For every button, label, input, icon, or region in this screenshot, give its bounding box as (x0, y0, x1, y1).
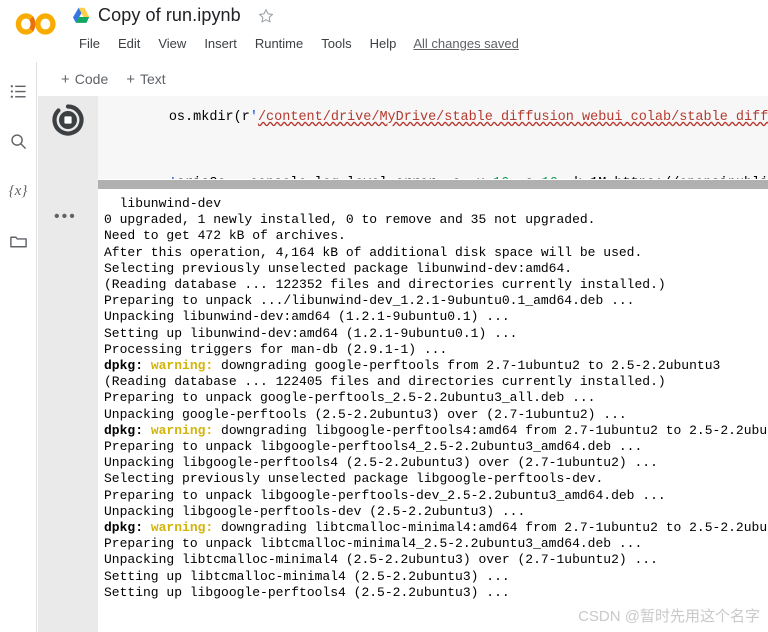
code-token: os.mkdir(r (168, 110, 250, 125)
output-line: Unpacking libgoogle-perftools-dev (2.5-2… (104, 503, 526, 519)
app-header: Copy of run.ipynb File Edit View Insert … (0, 0, 768, 62)
output-line: Setting up libunwind-dev:amd64 (1.2.1-9u… (104, 325, 518, 341)
output-line-text: downgrading libgoogle-perftools4:amd64 f… (213, 422, 768, 438)
menu-item-tools[interactable]: Tools (312, 34, 360, 53)
output-line: Preparing to unpack google-perftools_2.5… (104, 390, 596, 406)
output-warning-label: warning: (150, 358, 214, 374)
output-dpkg-label: dpkg: (104, 520, 151, 536)
add-text-cell-label: Text (140, 71, 166, 87)
plus-icon: + (61, 70, 70, 88)
stop-execution-button[interactable] (52, 104, 84, 136)
code-token: /content/drive/MyDrive/stable diffusion … (257, 110, 768, 125)
output-line: Preparing to unpack libgoogle-perftools4… (104, 439, 643, 455)
output-line: Need to get 472 kB of archives. (104, 228, 346, 244)
output-dpkg-label: dpkg: (104, 422, 151, 438)
code-line: !aria2c --console-log-level=error -c -x … (98, 151, 768, 179)
output-line: Selecting previously unselected package … (104, 471, 604, 487)
plus-icon: + (126, 70, 135, 88)
output-line: Selecting previously unselected package … (104, 260, 573, 276)
menu-bar: File Edit View Insert Runtime Tools Help… (70, 34, 519, 53)
output-line: (Reading database ... 122352 files and d… (104, 277, 666, 293)
output-dpkg-label: dpkg: (104, 358, 151, 374)
star-icon[interactable] (248, 7, 275, 25)
output-warning-label: warning: (150, 422, 214, 438)
output-line: Setting up libtcmalloc-minimal4 (2.5-2.2… (104, 568, 510, 584)
output-line: libunwind-dev (104, 196, 222, 211)
output-line: Unpacking google-perftools (2.5-2.2ubunt… (104, 406, 627, 422)
menu-item-edit[interactable]: Edit (109, 34, 149, 53)
output-line-text: downgrading libtcmalloc-minimal4:amd64 f… (213, 520, 768, 536)
add-code-cell-label: Code (74, 71, 109, 87)
document-title-row: Copy of run.ipynb (72, 5, 275, 26)
table-of-contents-icon[interactable] (7, 80, 29, 102)
code-editor[interactable]: os.mkdir(r'/content/drive/MyDrive/stable… (98, 96, 768, 179)
output-line: dpkg: warning: downgrading google-perfto… (104, 358, 768, 374)
code-line: os.mkdir(r'/content/drive/MyDrive/stable… (98, 96, 768, 151)
output-line-text: downgrading google-perftools from 2.7-1u… (213, 358, 721, 374)
output-line: After this operation, 4,164 kB of additi… (104, 244, 643, 260)
output-line: Preparing to unpack .../libunwind-dev_1.… (104, 293, 635, 309)
add-text-cell-button[interactable]: + Text (126, 71, 165, 87)
cell-toolbar: + Code + Text (37, 62, 768, 96)
output-line: Setting up libgoogle-perftools4 (2.5-2.2… (104, 584, 510, 600)
output-line: Preparing to unpack libtcmalloc-minimal4… (104, 536, 643, 552)
menu-item-insert[interactable]: Insert (195, 34, 246, 53)
menu-item-file[interactable]: File (70, 34, 109, 53)
variables-icon[interactable]: {x} (7, 180, 29, 202)
notebook-area: ••• os.mkdir(r'/content/drive/MyDrive/st… (38, 96, 768, 632)
menu-item-view[interactable]: View (149, 34, 195, 53)
output-line: Unpacking libtcmalloc-minimal4 (2.5-2.2u… (104, 552, 658, 568)
menu-item-runtime[interactable]: Runtime (246, 34, 312, 53)
code-cell: ••• os.mkdir(r'/content/drive/MyDrive/st… (38, 96, 768, 632)
page-title[interactable]: Copy of run.ipynb (98, 5, 241, 26)
save-status[interactable]: All changes saved (413, 36, 519, 51)
left-rail: {x} (0, 62, 37, 632)
output-warning-label: warning: (150, 520, 214, 536)
output-line: Unpacking libunwind-dev:amd64 (1.2.1-9ub… (104, 309, 510, 325)
cell-gutter (38, 96, 98, 632)
code-horizontal-scrollbar[interactable] (98, 179, 768, 190)
output-line: (Reading database ... 122405 files and d… (104, 374, 666, 390)
add-code-cell-button[interactable]: + Code (61, 71, 108, 87)
output-line: dpkg: warning: downgrading libgoogle-per… (104, 423, 768, 439)
output-line: Unpacking libgoogle-perftools4 (2.5-2.2u… (104, 455, 658, 471)
drive-icon (72, 7, 91, 24)
cell-more-options-button[interactable]: ••• (54, 209, 77, 225)
cell-output: libunwind-dev 0 upgraded, 1 newly install… (98, 190, 768, 632)
code-token: ' (249, 110, 258, 125)
output-line: 0 upgraded, 1 newly installed, 0 to remo… (104, 212, 596, 228)
folder-icon[interactable] (7, 230, 29, 252)
menu-item-help[interactable]: Help (361, 34, 406, 53)
output-line: Processing triggers for man-db (2.9.1-1)… (104, 341, 448, 357)
search-icon[interactable] (7, 130, 29, 152)
scrollbar-thumb[interactable] (98, 180, 768, 189)
output-line: dpkg: warning: downgrading libtcmalloc-m… (104, 520, 768, 536)
output-line: Preparing to unpack libgoogle-perftools-… (104, 487, 666, 503)
variables-icon-label: {x} (8, 182, 28, 199)
colab-logo[interactable] (14, 10, 60, 38)
